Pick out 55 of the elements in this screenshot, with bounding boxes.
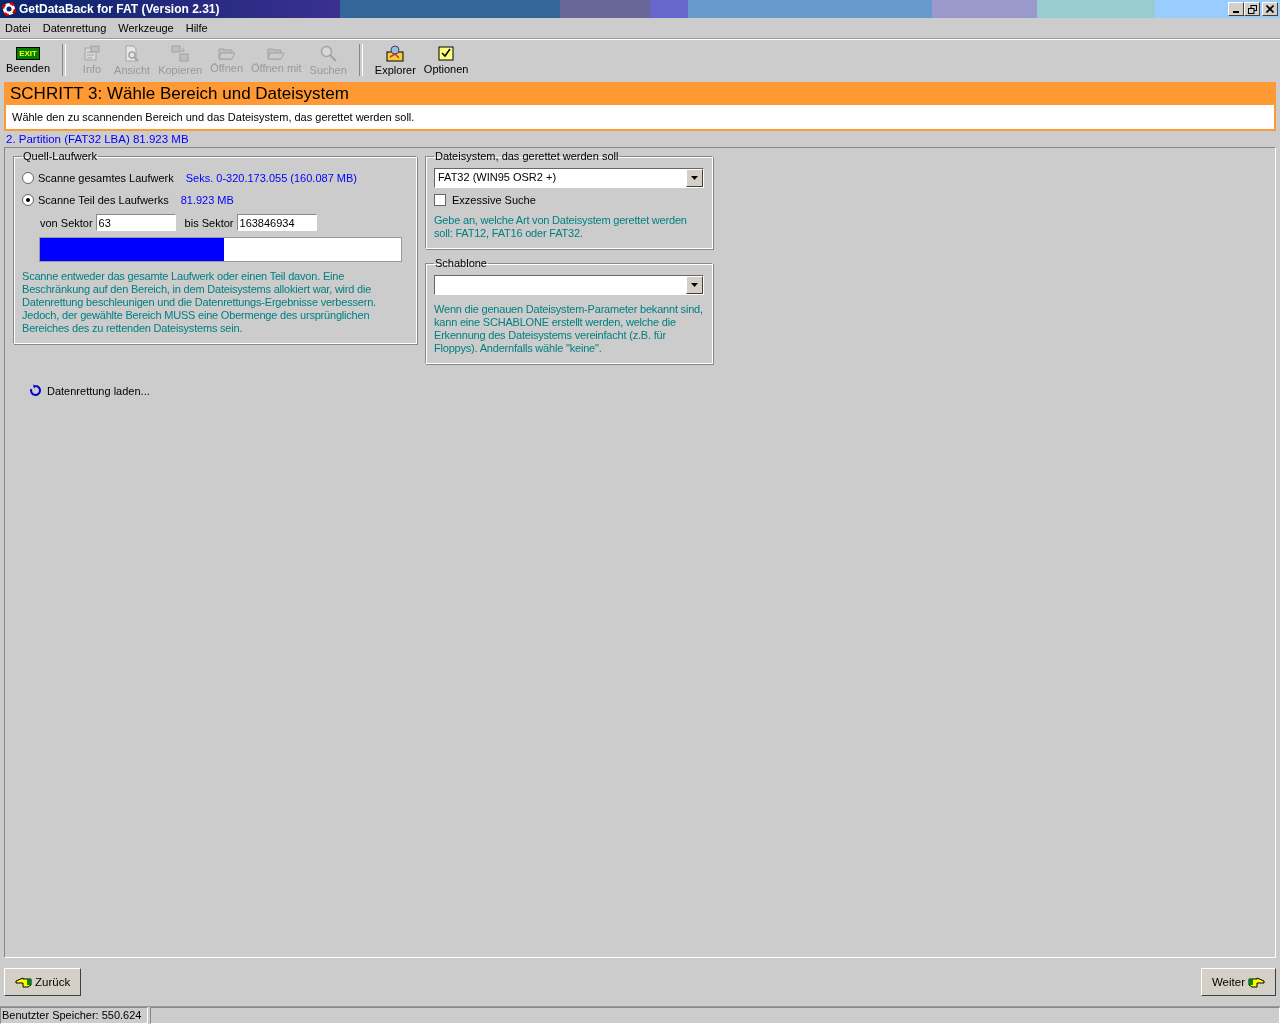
checkbox-label[interactable]: Exzessive Suche — [452, 194, 536, 206]
hand-pointing-right-icon — [1248, 976, 1265, 988]
restore-button[interactable] — [1244, 2, 1260, 16]
group-legend: Dateisystem, das gerettet werden soll — [434, 150, 620, 162]
from-sector-field[interactable]: 63 — [95, 214, 176, 231]
radio-label[interactable]: Scanne gesamtes Laufwerk — [38, 172, 174, 184]
group-legend: Schablone — [434, 257, 488, 269]
help-text: Scanne entweder das gesamte Laufwerk oder einen Teil davon. Eine Beschränkung auf den Bereich, in dem Dateisystems allokiert war, wird die Datenrettung beschleunigen und die Datenrettungs-Ergebnisse verbessern. Jedoch, der gewählte Bereich MUSS eine Obermenge des ursprünglichen Bereiches des zu rettenden Dateisystems sein. — [22, 270, 377, 335]
help-text: Wenn die genauen Dateisystem-Parameter bekannt sind, kann eine SCHABLONE erstellt werden, welche die Erkennung des Dateisystems vereinfacht (z.B. für Floppys). Andernfalls wähle "keine". — [434, 303, 704, 355]
menu-item[interactable]: Hilfe — [185, 22, 208, 34]
template-dropdown[interactable] — [434, 275, 704, 295]
document-icon — [83, 45, 102, 61]
loading-text: Datenrettung laden... — [47, 384, 150, 397]
close-icon — [1266, 5, 1274, 13]
step-description: Wähle den zu scannenden Bereich und das Dateisystem, das gerettet werden soll. — [6, 105, 1274, 129]
refresh-icon — [29, 384, 42, 397]
to-sector-field[interactable]: 163846934 — [236, 214, 317, 231]
explorer-icon — [386, 44, 405, 62]
status-text: Benutzter Speicher: 550.624 — [0, 1007, 149, 1024]
partition-label: 2. Partition (FAT32 LBA) 81.923 MB — [5, 132, 190, 147]
radio-button[interactable] — [22, 172, 34, 184]
lifebuoy-icon — [2, 2, 16, 16]
minimize-button[interactable] — [1228, 2, 1244, 16]
menu-item[interactable]: Datenrettung — [42, 22, 107, 34]
magnifier-page-icon — [124, 44, 141, 62]
group-legend: Quell-Laufwerk — [22, 150, 98, 162]
exit-sign-icon: EXIT — [16, 46, 40, 60]
next-button[interactable]: Weiter — [1200, 968, 1276, 996]
back-button[interactable]: Zurück — [4, 968, 82, 996]
toolbar-button[interactable]: Optionen — [419, 41, 473, 79]
sector-info: 81.923 MB — [180, 194, 234, 206]
copy-icon — [171, 44, 190, 62]
folder-icon — [267, 46, 286, 60]
window-title: GetDataBack for FAT (Version 2.31) — [19, 2, 220, 16]
field-label: von Sektor — [40, 216, 93, 229]
toolbar-button[interactable]: EXIT Beenden — [2, 41, 55, 79]
dropdown-arrow-icon — [691, 176, 698, 180]
folder-icon — [217, 46, 236, 60]
radio-button[interactable] — [22, 194, 34, 206]
search-icon — [319, 44, 337, 62]
checkbox[interactable] — [434, 194, 446, 206]
toolbar-button[interactable]: Explorer — [370, 41, 420, 79]
hand-pointing-left-icon — [15, 976, 32, 988]
menu-item[interactable]: Datei — [5, 22, 31, 34]
step-title: SCHRITT 3: Wähle Bereich und Dateisystem — [9, 84, 350, 105]
close-button[interactable] — [1262, 2, 1278, 16]
filesystem-dropdown[interactable]: FAT32 (WIN95 OSR2 +) — [434, 168, 704, 188]
radio-label[interactable]: Scanne Teil des Laufwerks — [38, 194, 169, 206]
sector-info: Seks. 0-320.173.055 (160.087 MB) — [185, 172, 357, 184]
help-text: Gebe an, welche Art von Dateisystem gerettet werden soll: FAT12, FAT16 oder FAT32. — [434, 214, 688, 240]
dropdown-arrow-icon — [691, 283, 698, 287]
field-label: bis Sektor — [184, 216, 234, 229]
restore-icon — [1247, 4, 1257, 14]
checklist-icon — [438, 45, 455, 61]
menu-item[interactable]: Werkzeuge — [118, 22, 174, 34]
